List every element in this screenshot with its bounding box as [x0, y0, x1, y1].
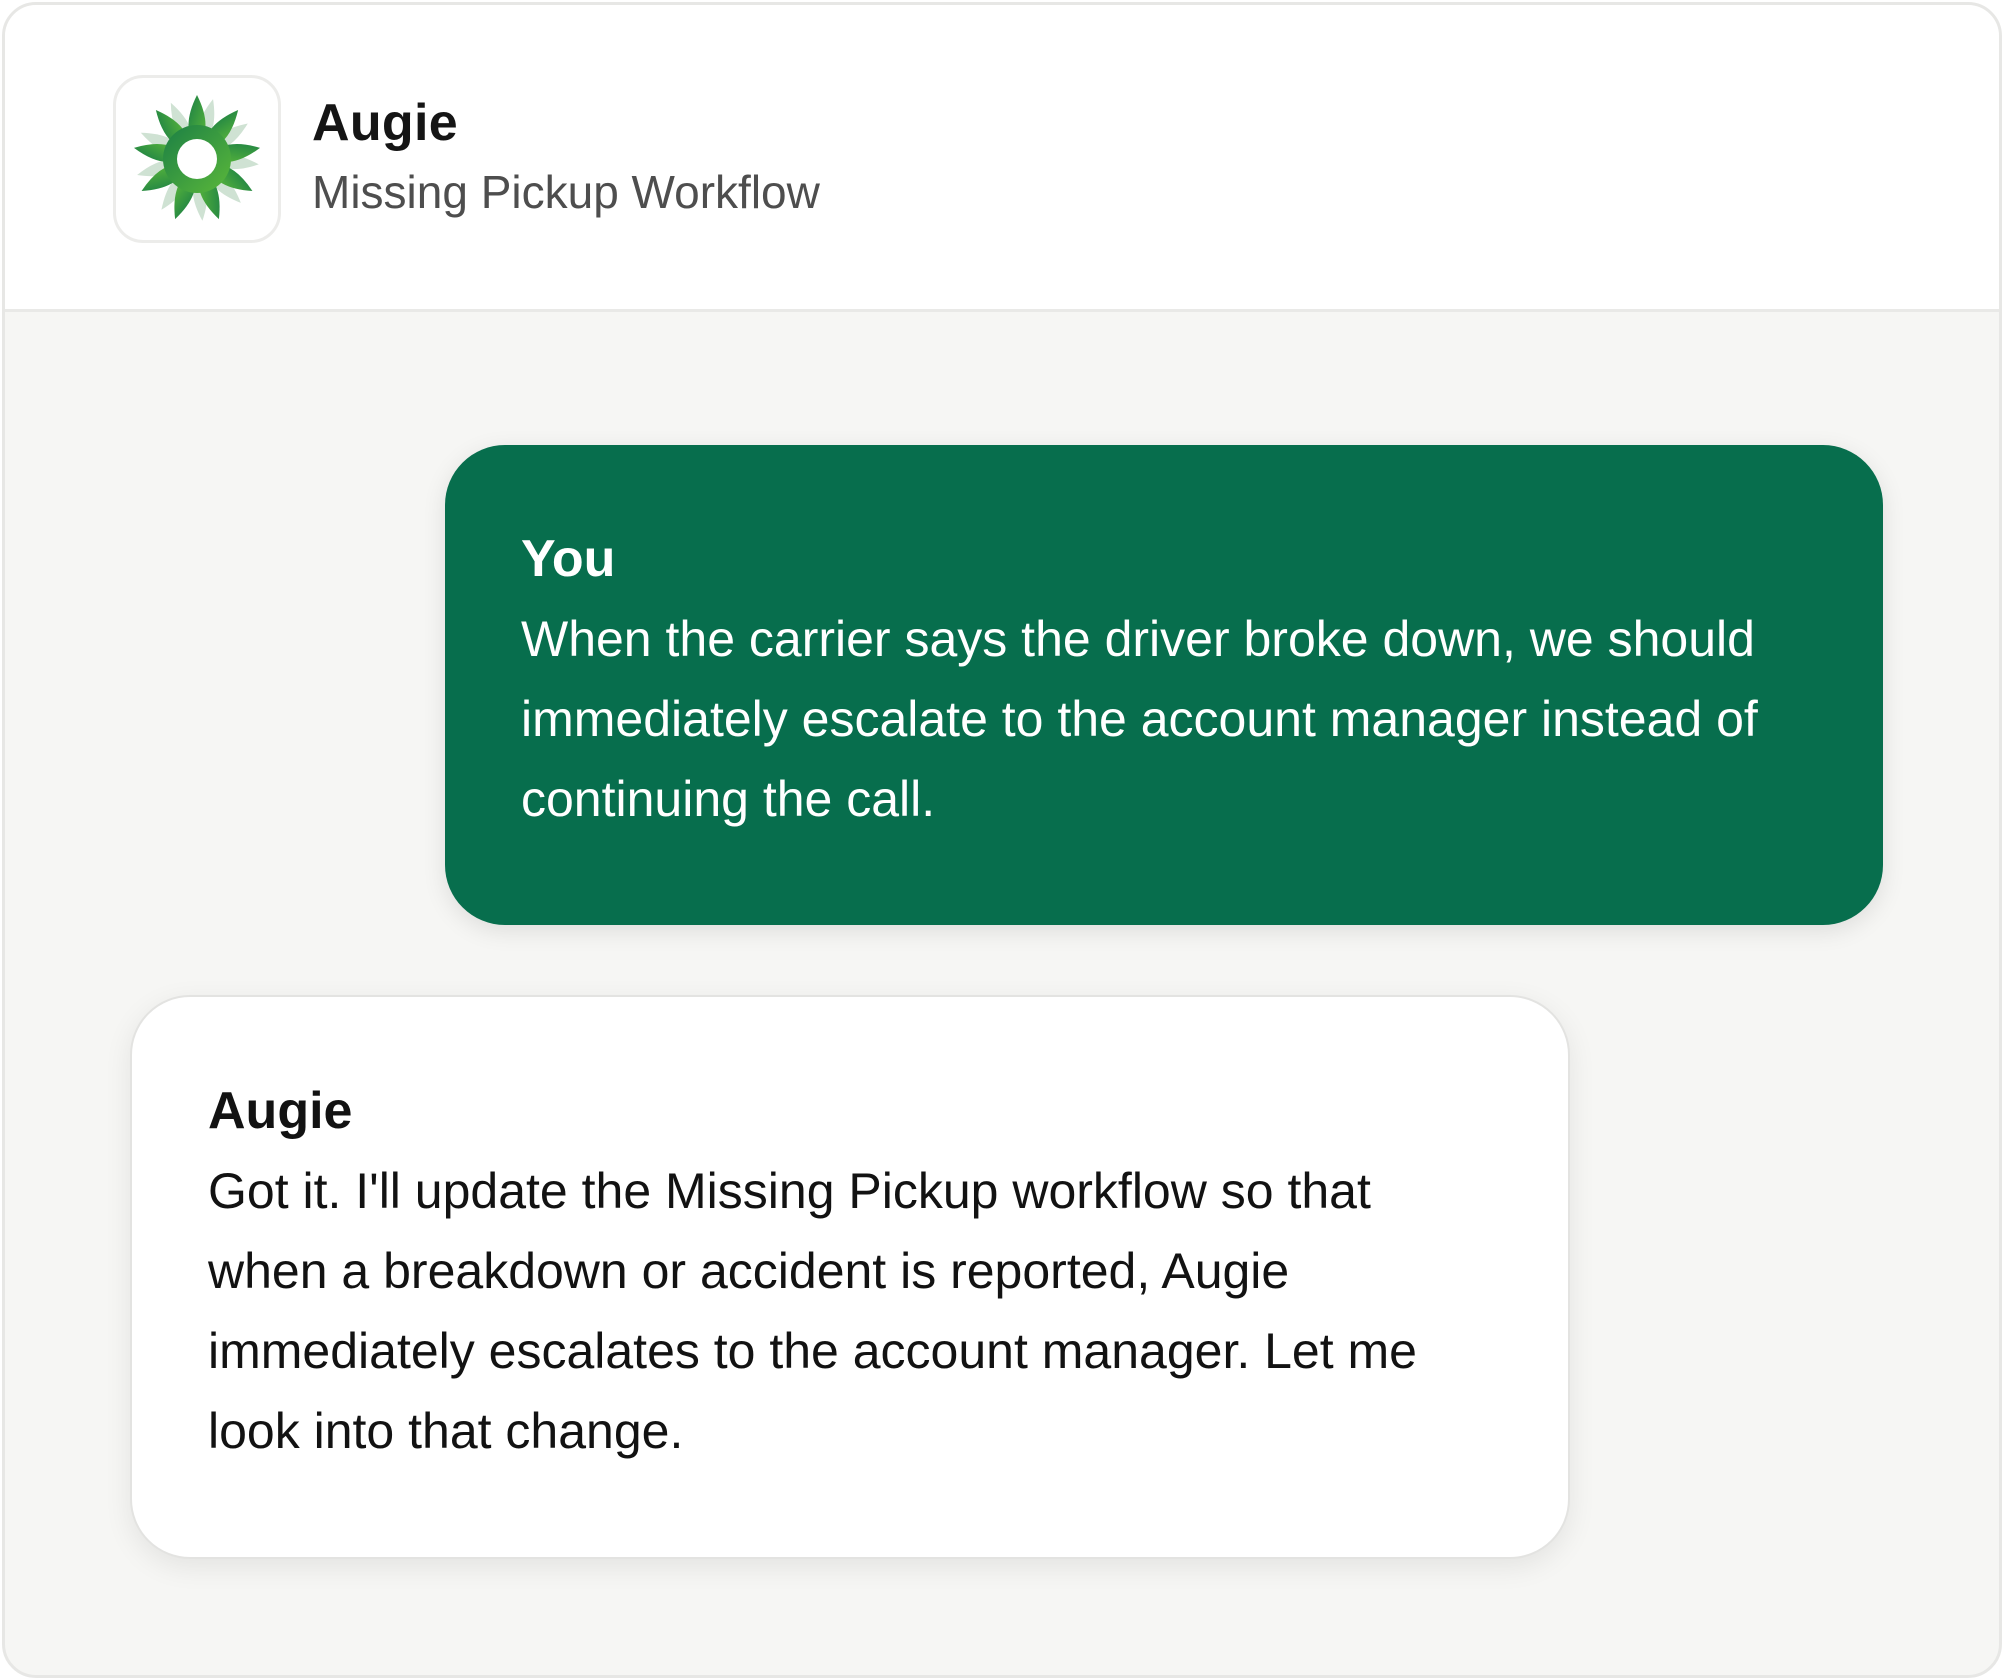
message-text: When the carrier says the driver broke d…	[521, 611, 1758, 827]
message-text: Got it. I'll update the Missing Pickup w…	[208, 1163, 1417, 1459]
assistant-message-bubble: Augie Got it. I'll update the Missing Pi…	[130, 995, 1570, 1559]
message-sender: Augie	[208, 1082, 353, 1140]
workflow-subtitle: Missing Pickup Workflow	[312, 166, 820, 218]
app-logo	[113, 75, 281, 243]
user-message-bubble: You When the carrier says the driver bro…	[445, 445, 1883, 925]
chat-window: Augie Missing Pickup Workflow You When t…	[2, 2, 2002, 1678]
chat-header: Augie Missing Pickup Workflow	[5, 5, 1999, 312]
message-sender: You	[521, 530, 616, 588]
flower-icon	[133, 95, 261, 221]
app-title: Augie	[312, 94, 458, 152]
